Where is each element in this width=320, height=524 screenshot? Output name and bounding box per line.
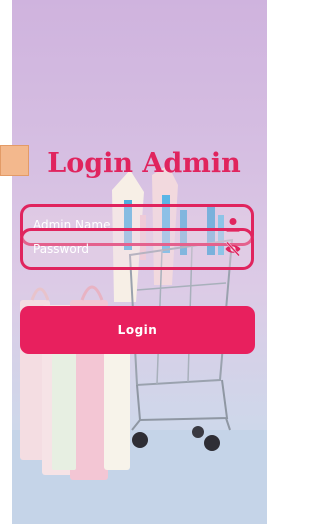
password-input[interactable] xyxy=(33,231,213,267)
password-field[interactable] xyxy=(20,228,254,270)
login-screen: Login Admin Login xyxy=(0,0,278,524)
eye-off-icon[interactable] xyxy=(224,240,242,258)
side-tab-marker xyxy=(0,145,29,176)
login-button[interactable]: Login xyxy=(20,306,255,354)
page-title: Login Admin xyxy=(47,148,241,179)
